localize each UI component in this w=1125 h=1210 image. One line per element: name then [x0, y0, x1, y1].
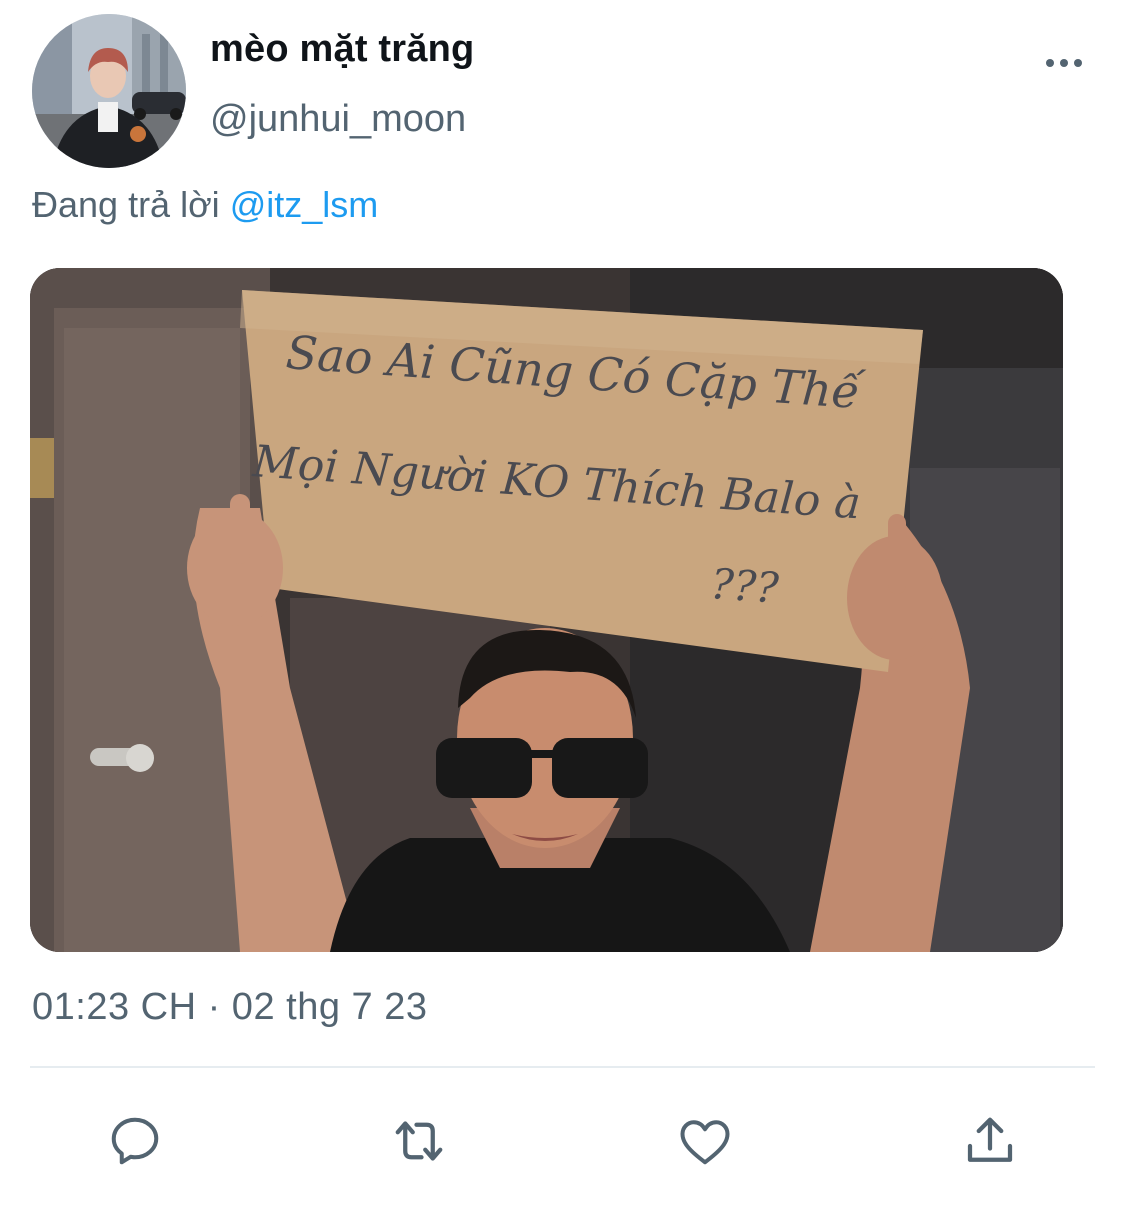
tweet-timestamp[interactable]: 01:23 CH · 02 thg 7 23: [32, 986, 427, 1029]
divider: [30, 1066, 1095, 1068]
reply-icon: [111, 1117, 159, 1165]
more-horizontal-icon: [1046, 59, 1082, 67]
tweet-actions: [0, 1108, 1125, 1174]
mention-link[interactable]: @itz_lsm: [230, 184, 379, 225]
share-icon: [967, 1117, 1013, 1162]
photo-image: Sao Ai Cũng Có Cặp Thế Mọi Người KO Thíc…: [30, 268, 1063, 952]
avatar[interactable]: [32, 14, 186, 168]
replying-to-label: Đang trả lời: [32, 184, 220, 225]
retweet-icon: [395, 1121, 443, 1161]
tweet-header: mèo mặt trăng @junhui_moon: [32, 14, 1094, 170]
more-options-button[interactable]: [1034, 48, 1094, 78]
like-button[interactable]: [670, 1108, 740, 1174]
retweet-button[interactable]: [384, 1108, 454, 1174]
tweet-photo[interactable]: Sao Ai Cũng Có Cặp Thế Mọi Người KO Thíc…: [30, 268, 1063, 952]
reply-button[interactable]: [100, 1108, 170, 1174]
sign-line-3: ???: [709, 559, 780, 613]
share-button[interactable]: [955, 1108, 1025, 1174]
replying-to: Đang trả lời @itz_lsm: [32, 184, 378, 226]
heart-icon: [680, 1120, 730, 1165]
display-name[interactable]: mèo mặt trăng: [210, 28, 474, 71]
avatar-photo-icon: [32, 14, 186, 168]
user-handle[interactable]: @junhui_moon: [210, 98, 466, 141]
